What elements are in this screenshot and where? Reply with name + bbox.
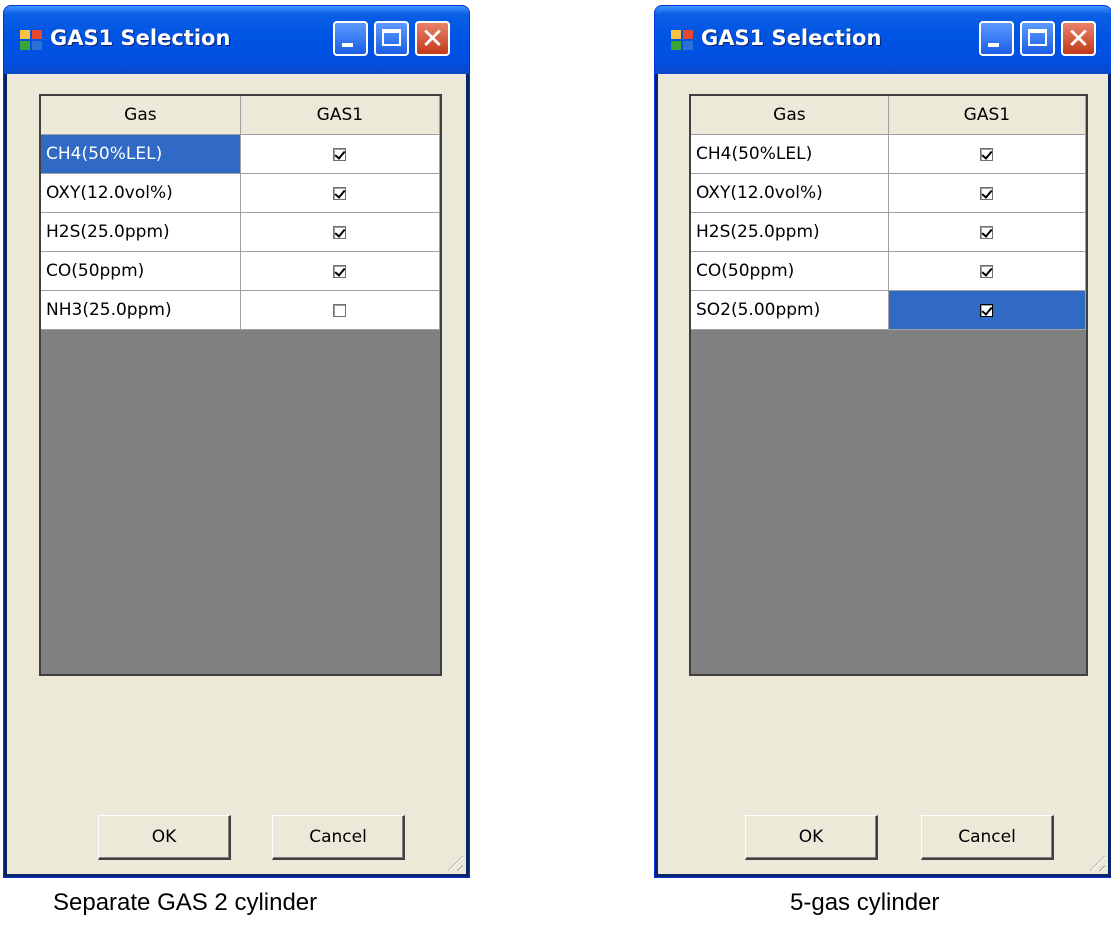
title-bar[interactable]: GAS1 Selection ✕ bbox=[4, 6, 469, 74]
table-row[interactable]: OXY(12.0vol%) bbox=[691, 173, 1087, 213]
gas1-checkbox[interactable] bbox=[333, 303, 347, 317]
gas1-selection-dialog-left: GAS1 Selection ✕ Gas GAS1 CH4(50%LEL) OX… bbox=[3, 5, 470, 878]
gas-name-cell[interactable]: H2S(25.0ppm) bbox=[691, 212, 889, 252]
gas1-checkbox[interactable] bbox=[333, 264, 347, 278]
cancel-button[interactable]: Cancel bbox=[272, 815, 405, 860]
gas1-checkbox-cell[interactable] bbox=[240, 134, 441, 174]
gas-grid[interactable]: Gas GAS1 CH4(50%LEL) OXY(12.0vol%) H2S(2… bbox=[689, 94, 1088, 676]
column-header-gas1[interactable]: GAS1 bbox=[888, 96, 1087, 135]
gas-name-cell[interactable]: H2S(25.0ppm) bbox=[41, 212, 241, 252]
gas1-checkbox[interactable] bbox=[980, 225, 994, 239]
maximize-button[interactable] bbox=[1020, 21, 1055, 56]
column-header-gas[interactable]: Gas bbox=[691, 96, 889, 135]
minimize-button[interactable] bbox=[333, 21, 368, 56]
gas-name-cell[interactable]: CH4(50%LEL) bbox=[41, 134, 241, 174]
caption-left: Separate GAS 2 cylinder bbox=[53, 889, 318, 916]
table-row[interactable]: CH4(50%LEL) bbox=[691, 134, 1087, 174]
maximize-button[interactable] bbox=[374, 21, 409, 56]
close-icon: ✕ bbox=[1066, 22, 1091, 55]
gas1-checkbox[interactable] bbox=[980, 147, 994, 161]
gas1-checkbox-cell[interactable] bbox=[888, 134, 1087, 174]
gas-name-cell[interactable]: OXY(12.0vol%) bbox=[41, 173, 241, 213]
ok-button[interactable]: OK bbox=[745, 815, 878, 860]
window-title: GAS1 Selection bbox=[50, 26, 231, 50]
gas1-checkbox-cell[interactable] bbox=[888, 173, 1087, 213]
table-row[interactable]: CO(50ppm) bbox=[691, 251, 1087, 291]
caption-right: 5-gas cylinder bbox=[790, 889, 940, 916]
column-header-gas1[interactable]: GAS1 bbox=[240, 96, 441, 135]
gas1-checkbox-cell[interactable] bbox=[888, 251, 1087, 291]
column-header-gas[interactable]: Gas bbox=[41, 96, 241, 135]
close-button[interactable]: ✕ bbox=[415, 21, 450, 56]
gas-name-cell[interactable]: CO(50ppm) bbox=[691, 251, 889, 291]
gas1-checkbox[interactable] bbox=[980, 186, 994, 200]
gas1-checkbox[interactable] bbox=[980, 303, 994, 317]
dialog-client-area: Gas GAS1 CH4(50%LEL) OXY(12.0vol%) H2S(2… bbox=[658, 74, 1108, 874]
gas1-checkbox-cell[interactable] bbox=[240, 212, 441, 252]
maximize-icon bbox=[1028, 29, 1047, 46]
table-row[interactable]: H2S(25.0ppm) bbox=[691, 212, 1087, 252]
minimize-button[interactable] bbox=[979, 21, 1014, 56]
table-row[interactable]: OXY(12.0vol%) bbox=[41, 173, 441, 213]
gas1-checkbox-cell[interactable] bbox=[240, 173, 441, 213]
maximize-icon bbox=[382, 29, 401, 46]
gas1-checkbox[interactable] bbox=[333, 225, 347, 239]
minimize-icon bbox=[988, 43, 999, 47]
gas1-checkbox-cell[interactable] bbox=[240, 251, 441, 291]
gas-grid[interactable]: Gas GAS1 CH4(50%LEL) OXY(12.0vol%) H2S(2… bbox=[39, 94, 442, 676]
window-title: GAS1 Selection bbox=[701, 26, 882, 50]
gas1-checkbox[interactable] bbox=[980, 264, 994, 278]
close-icon: ✕ bbox=[420, 22, 445, 55]
ok-button[interactable]: OK bbox=[98, 815, 231, 860]
gas1-checkbox[interactable] bbox=[333, 186, 347, 200]
title-bar[interactable]: GAS1 Selection ✕ bbox=[655, 6, 1111, 74]
close-button[interactable]: ✕ bbox=[1061, 21, 1096, 56]
table-row[interactable]: SO2(5.00ppm) bbox=[691, 290, 1087, 330]
gas-name-cell[interactable]: OXY(12.0vol%) bbox=[691, 173, 889, 213]
dialog-client-area: Gas GAS1 CH4(50%LEL) OXY(12.0vol%) H2S(2… bbox=[7, 74, 466, 874]
resize-grip-icon[interactable] bbox=[1085, 851, 1105, 871]
table-row[interactable]: NH3(25.0ppm) bbox=[41, 290, 441, 330]
app-window-icon bbox=[671, 30, 693, 50]
resize-grip-icon[interactable] bbox=[443, 851, 463, 871]
gas1-checkbox[interactable] bbox=[333, 147, 347, 161]
cancel-button[interactable]: Cancel bbox=[921, 815, 1054, 860]
gas1-checkbox-cell[interactable] bbox=[888, 212, 1087, 252]
gas1-checkbox-cell[interactable] bbox=[240, 290, 441, 330]
gas-name-cell[interactable]: CH4(50%LEL) bbox=[691, 134, 889, 174]
gas-name-cell[interactable]: NH3(25.0ppm) bbox=[41, 290, 241, 330]
app-window-icon bbox=[20, 30, 42, 50]
table-row[interactable]: CH4(50%LEL) bbox=[41, 134, 441, 174]
gas1-checkbox-cell[interactable] bbox=[888, 290, 1087, 330]
minimize-icon bbox=[342, 43, 353, 47]
table-row[interactable]: CO(50ppm) bbox=[41, 251, 441, 291]
table-row[interactable]: H2S(25.0ppm) bbox=[41, 212, 441, 252]
gas1-selection-dialog-right: GAS1 Selection ✕ Gas GAS1 CH4(50%LEL) OX… bbox=[654, 5, 1111, 878]
gas-name-cell[interactable]: CO(50ppm) bbox=[41, 251, 241, 291]
gas-name-cell[interactable]: SO2(5.00ppm) bbox=[691, 290, 889, 330]
